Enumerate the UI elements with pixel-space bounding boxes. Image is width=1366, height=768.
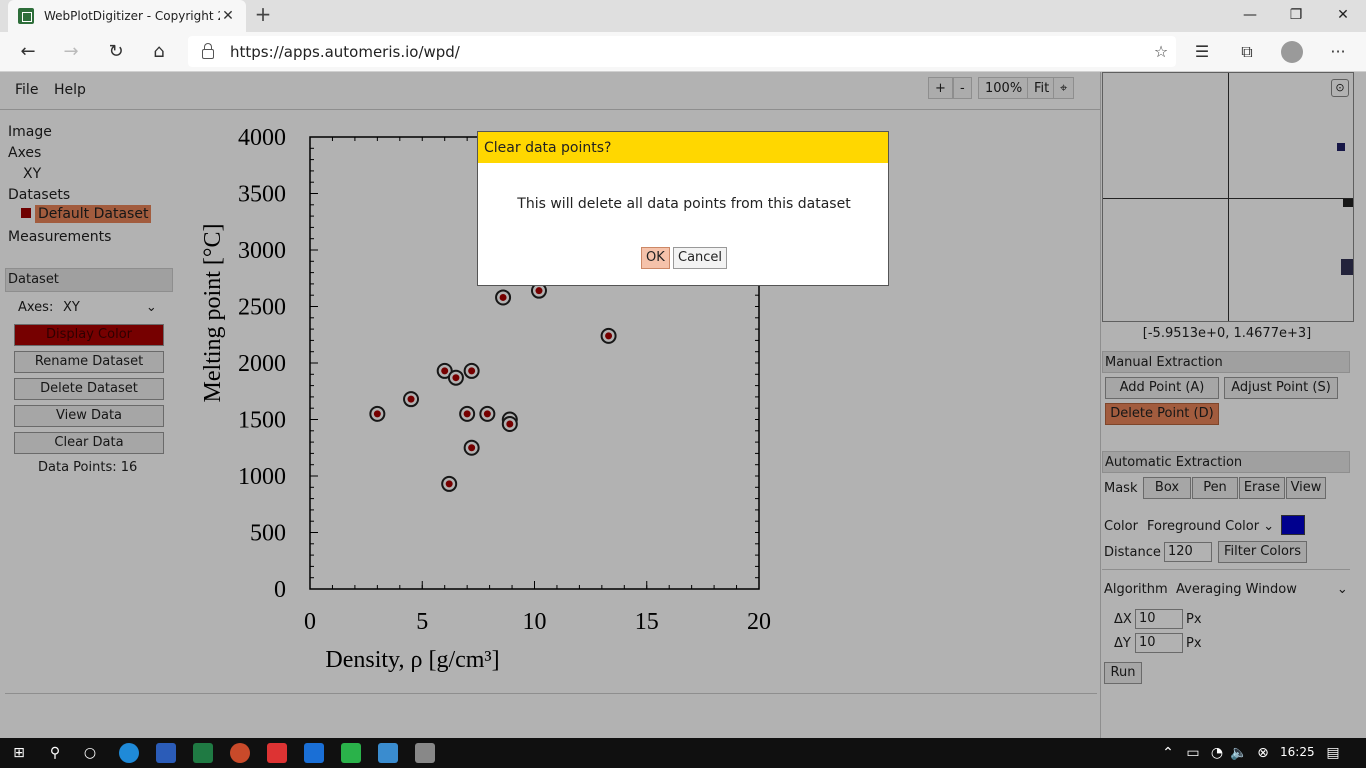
windows-start-icon[interactable]: ⊞ bbox=[8, 743, 30, 763]
favorites-icon[interactable]: ☰ bbox=[1187, 38, 1217, 66]
favorite-star-icon[interactable]: ☆ bbox=[1146, 42, 1176, 61]
wpd-favicon-icon bbox=[18, 8, 34, 24]
notifications-icon[interactable]: ▤ bbox=[1322, 743, 1344, 763]
box-icon[interactable] bbox=[304, 743, 324, 763]
browser-tab-bar: WebPlotDigitizer - Copyright 20 ✕ + — ❐ … bbox=[0, 0, 1366, 32]
ime-icon[interactable]: ⊗ bbox=[1252, 743, 1274, 763]
profile-avatar[interactable] bbox=[1281, 41, 1303, 63]
home-icon[interactable]: ⌂ bbox=[144, 38, 174, 66]
back-icon[interactable]: ← bbox=[13, 38, 43, 66]
dialog-cancel-button[interactable]: Cancel bbox=[673, 247, 728, 269]
battery-icon[interactable]: ▭ bbox=[1182, 743, 1204, 763]
dialog-message: This will delete all data points from th… bbox=[517, 196, 851, 212]
paint-icon[interactable] bbox=[415, 743, 435, 763]
window-close-icon[interactable]: ✕ bbox=[1320, 0, 1366, 32]
new-tab-icon[interactable]: + bbox=[252, 4, 274, 26]
photos-icon[interactable] bbox=[378, 743, 398, 763]
task-view-icon[interactable]: ○ bbox=[79, 743, 101, 763]
dialog-ok-button[interactable]: OK bbox=[641, 247, 670, 269]
clear-data-dialog: Clear data points? This will delete all … bbox=[477, 131, 889, 286]
line-icon[interactable] bbox=[341, 743, 361, 763]
tab-title: WebPlotDigitizer - Copyright 20 bbox=[44, 9, 220, 23]
word-icon[interactable] bbox=[156, 743, 176, 763]
wifi-icon[interactable]: ◔ bbox=[1206, 743, 1228, 763]
edge-icon[interactable] bbox=[119, 743, 139, 763]
volume-icon[interactable]: 🔈 bbox=[1228, 743, 1250, 763]
forward-icon[interactable]: → bbox=[56, 38, 86, 66]
collections-icon[interactable]: ⧉ bbox=[1232, 38, 1262, 66]
lock-icon bbox=[202, 42, 214, 59]
excel-icon[interactable] bbox=[193, 743, 213, 763]
restore-icon[interactable]: ❐ bbox=[1273, 0, 1319, 32]
powerpoint-icon[interactable] bbox=[230, 743, 250, 763]
url-text: https://apps.automeris.io/wpd/ bbox=[230, 42, 460, 61]
windows-taskbar: ⊞ ⚲ ○ ⌃ ▭ ◔ 🔈 ⊗ 16:25 ▤ bbox=[0, 738, 1366, 768]
close-icon[interactable]: ✕ bbox=[220, 8, 236, 24]
tray-chevron-icon[interactable]: ⌃ bbox=[1157, 743, 1179, 763]
refresh-icon[interactable]: ↻ bbox=[101, 38, 131, 66]
search-icon[interactable]: ⚲ bbox=[44, 743, 66, 763]
minimize-icon[interactable]: — bbox=[1227, 0, 1273, 32]
mail-icon[interactable] bbox=[267, 743, 287, 763]
clock[interactable]: 16:25 bbox=[1280, 745, 1315, 759]
more-menu-icon[interactable]: ··· bbox=[1323, 38, 1353, 66]
url-bar[interactable]: https://apps.automeris.io/wpd/ ☆ bbox=[188, 36, 1176, 67]
dialog-title: Clear data points? bbox=[478, 132, 888, 163]
address-toolbar: ← → ↻ ⌂ https://apps.automeris.io/wpd/ ☆… bbox=[0, 32, 1366, 72]
browser-tab[interactable]: WebPlotDigitizer - Copyright 20 ✕ bbox=[8, 0, 246, 32]
